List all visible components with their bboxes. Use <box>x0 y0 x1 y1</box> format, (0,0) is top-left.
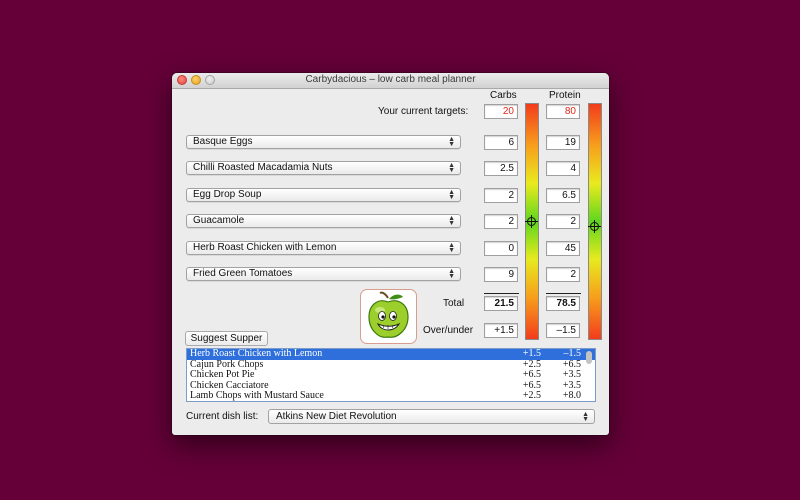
dish-popup-label: Egg Drop Soup <box>193 189 262 200</box>
dish-6-carbs-field[interactable]: 9 <box>484 267 518 282</box>
dish-1-protein-field[interactable]: 19 <box>546 135 580 150</box>
dish-list-select[interactable]: Atkins New Diet Revolution ▲ ▼ <box>268 409 595 424</box>
chevron-updown-icon: ▲ ▼ <box>448 136 455 148</box>
protein-total-divider <box>546 293 581 294</box>
chevron-updown-icon: ▲ ▼ <box>448 162 455 174</box>
chevron-updown-icon: ▲ ▼ <box>448 189 455 201</box>
dish-popup-label: Guacamole <box>193 215 245 226</box>
chevron-updown-icon: ▲ ▼ <box>448 268 455 280</box>
list-scrollbar[interactable] <box>586 351 592 364</box>
dish-popup-1[interactable]: Basque Eggs ▲ ▼ <box>186 135 461 149</box>
carbs-overunder-field: +1.5 <box>484 323 518 338</box>
chevron-updown-icon: ▲ ▼ <box>448 215 455 227</box>
dish-4-protein-field[interactable]: 2 <box>546 214 580 229</box>
suggestion-carbs: +2.5 <box>522 390 541 401</box>
carbs-total-divider <box>484 293 519 294</box>
suggestion-carbs: +6.5 <box>522 369 541 380</box>
dish-popup-3[interactable]: Egg Drop Soup ▲ ▼ <box>186 188 461 202</box>
carbs-gauge <box>525 103 539 340</box>
crosshair-icon <box>588 219 601 233</box>
suggestion-protein: +3.5 <box>562 369 581 380</box>
protein-overunder-field: –1.5 <box>546 323 580 338</box>
suggestion-name: Herb Roast Chicken with Lemon <box>190 348 323 359</box>
list-item[interactable]: Lamb Chops with Mustard Sauce +2.5 +8.0 <box>187 390 595 401</box>
chevron-updown-icon: ▲ ▼ <box>582 411 589 423</box>
overunder-label: Over/under <box>423 325 474 336</box>
apple-mascot-frame <box>360 289 417 344</box>
dish-popup-5[interactable]: Herb Roast Chicken with Lemon ▲ ▼ <box>186 241 461 255</box>
protein-column-header: Protein <box>549 90 581 101</box>
suggestion-name: Chicken Pot Pie <box>190 369 255 380</box>
dish-popup-label: Fried Green Tomatoes <box>193 268 293 279</box>
app-window: Carbydacious – low carb meal planner Car… <box>172 73 609 435</box>
carbs-column-header: Carbs <box>490 90 517 101</box>
suggestion-list[interactable]: Herb Roast Chicken with Lemon +1.5 –1.5 Ca… <box>186 348 596 402</box>
carbs-total-field: 21.5 <box>484 296 518 311</box>
dish-popup-6[interactable]: Fried Green Tomatoes ▲ ▼ <box>186 267 461 281</box>
dish-popup-4[interactable]: Guacamole ▲ ▼ <box>186 214 461 228</box>
suggest-supper-button[interactable]: Suggest Supper <box>185 331 268 346</box>
dish-popup-2[interactable]: Chilli Roasted Macadamia Nuts ▲ ▼ <box>186 161 461 175</box>
suggestion-name: Lamb Chops with Mustard Sauce <box>190 390 324 401</box>
suggestion-carbs: +1.5 <box>522 348 541 359</box>
dish-list-label: Current dish list: <box>186 411 259 422</box>
chevron-updown-icon: ▲ ▼ <box>448 242 455 254</box>
dish-6-protein-field[interactable]: 2 <box>546 267 580 282</box>
dish-1-carbs-field[interactable]: 6 <box>484 135 518 150</box>
window-title: Carbydacious – low carb meal planner <box>305 74 476 85</box>
dish-popup-label: Chilli Roasted Macadamia Nuts <box>193 162 333 173</box>
protein-target-field[interactable]: 80 <box>546 104 580 119</box>
carbs-target-field[interactable]: 20 <box>484 104 518 119</box>
protein-gauge <box>588 103 602 340</box>
dish-3-carbs-field[interactable]: 2 <box>484 188 518 203</box>
dish-popup-label: Herb Roast Chicken with Lemon <box>193 242 337 253</box>
dish-popup-label: Basque Eggs <box>193 136 253 147</box>
title-bar: Carbydacious – low carb meal planner <box>172 73 609 89</box>
dish-4-carbs-field[interactable]: 2 <box>484 214 518 229</box>
dish-5-protein-field[interactable]: 45 <box>546 241 580 256</box>
crosshair-icon <box>525 215 538 228</box>
total-label: Total <box>443 298 465 309</box>
dish-5-carbs-field[interactable]: 0 <box>484 241 518 256</box>
dish-3-protein-field[interactable]: 6.5 <box>546 188 580 203</box>
targets-label: Your current targets: <box>378 106 469 117</box>
list-item[interactable]: Herb Roast Chicken with Lemon +1.5 –1.5 <box>187 349 595 360</box>
list-item[interactable]: Chicken Pot Pie +6.5 +3.5 <box>187 369 595 381</box>
suggestion-protein: +8.0 <box>562 390 581 401</box>
dish-2-protein-field[interactable]: 4 <box>546 161 580 176</box>
suggestion-protein: –1.5 <box>563 348 582 359</box>
dish-list-value: Atkins New Diet Revolution <box>276 411 397 422</box>
protein-total-field: 78.5 <box>546 296 580 311</box>
smiling-apple-icon <box>368 291 409 338</box>
dish-2-carbs-field[interactable]: 2.5 <box>484 161 518 176</box>
